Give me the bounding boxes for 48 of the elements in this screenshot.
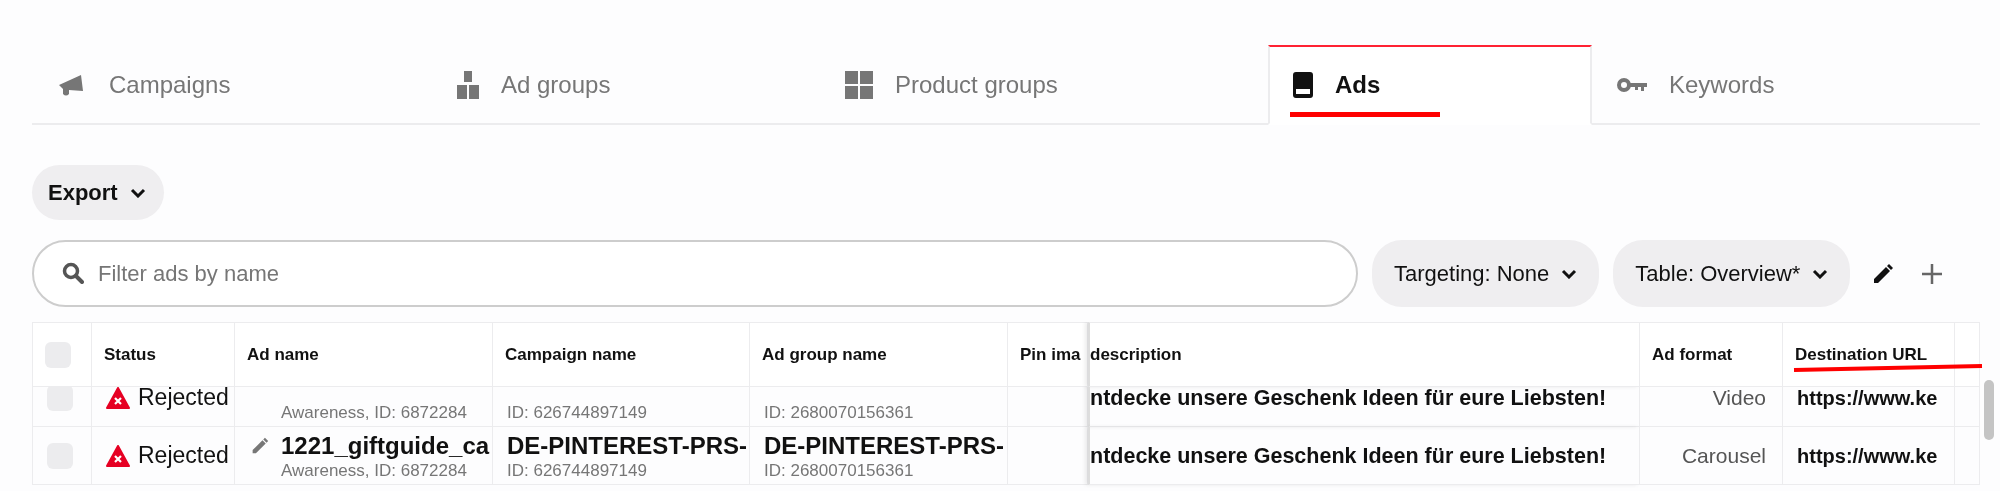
column-header[interactable]: Ad format	[1640, 322, 1783, 387]
ad-name: 1221_giftguide_ca	[281, 430, 490, 461]
campaign-name: DE-PINTEREST-PRS-	[507, 430, 749, 461]
ad-group-id: ID: 2680070156361	[764, 402, 915, 423]
chevron-down-icon	[1561, 268, 1578, 279]
column-header[interactable]: Status	[92, 322, 235, 387]
card-icon	[1293, 72, 1313, 98]
url-text: https://www.ke	[1797, 443, 1939, 469]
ad-details: Awareness, ID: 6872284	[280, 460, 468, 481]
scrollbar[interactable]	[1984, 380, 1994, 440]
warning-icon	[106, 387, 130, 409]
table-cell	[1955, 322, 1980, 387]
column-header[interactable]: Pin ima	[1008, 322, 1088, 387]
status-text: Rejected	[138, 387, 229, 411]
url-text: https://www.ke	[1797, 387, 1939, 411]
search-icon	[62, 262, 84, 284]
table-cell: Video	[1640, 387, 1783, 427]
search-field[interactable]: Filter ads by name	[32, 240, 1358, 307]
export-button[interactable]: Export	[32, 165, 164, 220]
tab[interactable]: Ad groups	[432, 45, 820, 125]
chevron-down-icon	[129, 187, 146, 198]
tab[interactable]: Keywords	[1592, 45, 1980, 125]
table-cell: Carousel	[1640, 427, 1783, 485]
column-header[interactable]: description	[1088, 322, 1640, 387]
column-header[interactable]: Destination URL	[1783, 322, 1955, 387]
tab[interactable]: Ads	[1268, 45, 1592, 125]
warning-icon	[106, 444, 130, 467]
ad-group-name: DE-PINTEREST-PRS-	[764, 430, 1006, 461]
column-header[interactable]: Campaign name	[493, 322, 750, 387]
tab[interactable]: Campaigns	[32, 45, 432, 125]
dropdown-button[interactable]: Table: Overview*	[1613, 240, 1851, 307]
blocks-icon	[457, 71, 479, 99]
ad-group-id: ID: 2680070156361	[764, 460, 915, 481]
description-text: ntdecke unsere Geschenk Ideen für eure Liebsten!	[1090, 442, 1608, 470]
column-header[interactable]: Ad name	[235, 322, 493, 387]
campaign-id: ID: 626744897149	[507, 460, 648, 481]
chevron-down-icon	[1812, 268, 1829, 279]
ad-details: Awareness, ID: 6872284	[280, 402, 468, 423]
tab[interactable]: Product groups	[820, 45, 1268, 125]
status-text: Rejected	[138, 442, 229, 469]
grid-icon	[845, 71, 873, 99]
description-text: ntdecke unsere Geschenk Ideen für eure Liebsten!	[1090, 387, 1608, 412]
plus-icon[interactable]	[1920, 261, 1945, 286]
campaign-id: ID: 626744897149	[507, 402, 648, 423]
column-header[interactable]: Ad group name	[750, 322, 1008, 387]
dropdown-button[interactable]: Targeting: None	[1372, 240, 1600, 307]
key-icon	[1617, 77, 1647, 93]
pencil-icon[interactable]	[1872, 262, 1895, 285]
